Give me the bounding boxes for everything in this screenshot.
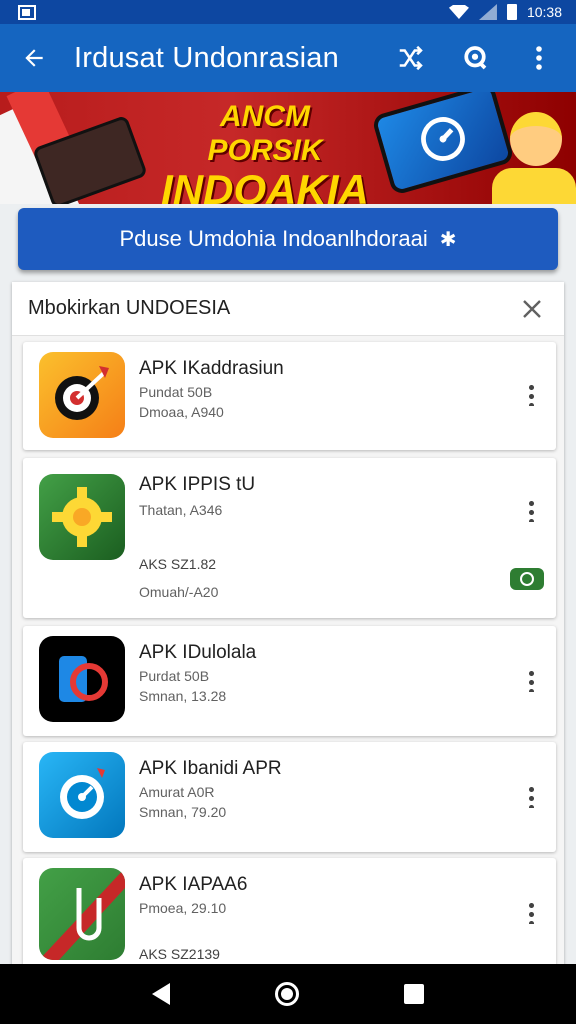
page-title: Irdusat Undonrasian <box>74 41 339 74</box>
app-meta-secondary: Omuah/-A20 <box>139 584 219 600</box>
search-icon[interactable] <box>454 37 496 79</box>
app-meta: Purdat 50B <box>139 668 210 684</box>
list-item[interactable]: APK IKaddrasiun Pundat 50B Dmoaa, A940 <box>23 342 556 450</box>
system-nav-bar <box>0 964 576 1024</box>
share-icon[interactable] <box>390 37 432 79</box>
target-app-icon <box>39 352 125 438</box>
close-icon[interactable] <box>514 291 550 327</box>
app-meta: Amurat A0R <box>139 784 215 800</box>
nav-recents-icon[interactable] <box>403 984 424 1004</box>
list-item[interactable]: APK Ibanidi APR Amurat A0R Smnan, 79.20 <box>23 742 556 852</box>
phone-app-icon <box>39 636 125 722</box>
back-arrow-icon[interactable] <box>16 40 52 76</box>
list-item[interactable]: APK IDulolala Purdat 50B Smnan, 13.28 <box>23 626 556 736</box>
panel-title: Mbokirkan UNDOESIA <box>28 297 231 319</box>
app-name: APK IKaddrasiun <box>139 358 284 379</box>
promo-banner[interactable]: ANCM PORSIK INDOAKIA <box>0 92 576 204</box>
more-vert-icon[interactable] <box>518 37 560 79</box>
gear-app-icon <box>39 474 125 560</box>
item-more-icon[interactable] <box>516 894 546 930</box>
app-name: APK Ibanidi APR <box>139 758 282 779</box>
banner-headline-line2: INDOAKIA <box>161 166 369 205</box>
app-name: APK IDulolala <box>139 642 257 663</box>
status-icons: 10:38 <box>448 4 562 20</box>
wifi-icon <box>448 5 469 19</box>
mascot-body-illustration <box>492 168 576 204</box>
panel-header: Mbokirkan UNDOESIA <box>12 282 564 336</box>
sparkle-icon: ✱ <box>439 228 457 251</box>
primary-button-label: Pduse Umdohia Indoanlhdoraai <box>119 226 428 251</box>
list-item[interactable]: APK IPPIS tU Thatan, A346 AKS SZ1.82 Omu… <box>23 458 556 618</box>
status-bar: 10:38 <box>0 0 576 24</box>
mascot-illustration <box>510 112 562 166</box>
app-name: APK IPPIS tU <box>139 474 256 495</box>
item-more-icon[interactable] <box>516 778 546 814</box>
battery-icon <box>506 4 517 20</box>
app-meta: Pundat 50B <box>139 384 213 400</box>
app-bar: Irdusat Undonrasian <box>0 24 576 92</box>
app-size: AKS SZ2139 <box>139 946 220 962</box>
banner-headline-line1: ANCM PORSIK <box>207 100 323 167</box>
app-size: AKS SZ1.82 <box>139 556 217 572</box>
item-more-icon[interactable] <box>516 662 546 698</box>
app-meta: Thatan, A346 <box>139 502 223 518</box>
nav-back-icon[interactable] <box>152 983 171 1005</box>
app-meta-secondary: Dmoaa, A940 <box>139 404 224 420</box>
status-time: 10:38 <box>526 4 562 20</box>
primary-action-button[interactable]: Pduse Umdohia Indoanlhdoraai ✱ <box>18 208 558 270</box>
paperclip-app-icon <box>39 868 125 960</box>
app-list-panel: Mbokirkan UNDOESIA APK IKaddrasiun Punda… <box>12 282 564 982</box>
app-meta-secondary: Smnan, 13.28 <box>139 688 227 704</box>
nav-home-icon[interactable] <box>274 982 299 1006</box>
install-toggle[interactable] <box>510 568 544 590</box>
app-meta-secondary: Smnan, 79.20 <box>139 804 227 820</box>
notification-icon <box>18 4 36 20</box>
item-more-icon[interactable] <box>516 376 546 412</box>
app-meta: Pmoea, 29.10 <box>139 900 227 916</box>
app-name: APK IAPAA6 <box>139 874 248 895</box>
compass-app-icon <box>39 752 125 838</box>
item-more-icon[interactable] <box>516 492 546 528</box>
signal-icon <box>478 4 497 20</box>
banner-headline: ANCM PORSIK INDOAKIA <box>160 100 370 204</box>
